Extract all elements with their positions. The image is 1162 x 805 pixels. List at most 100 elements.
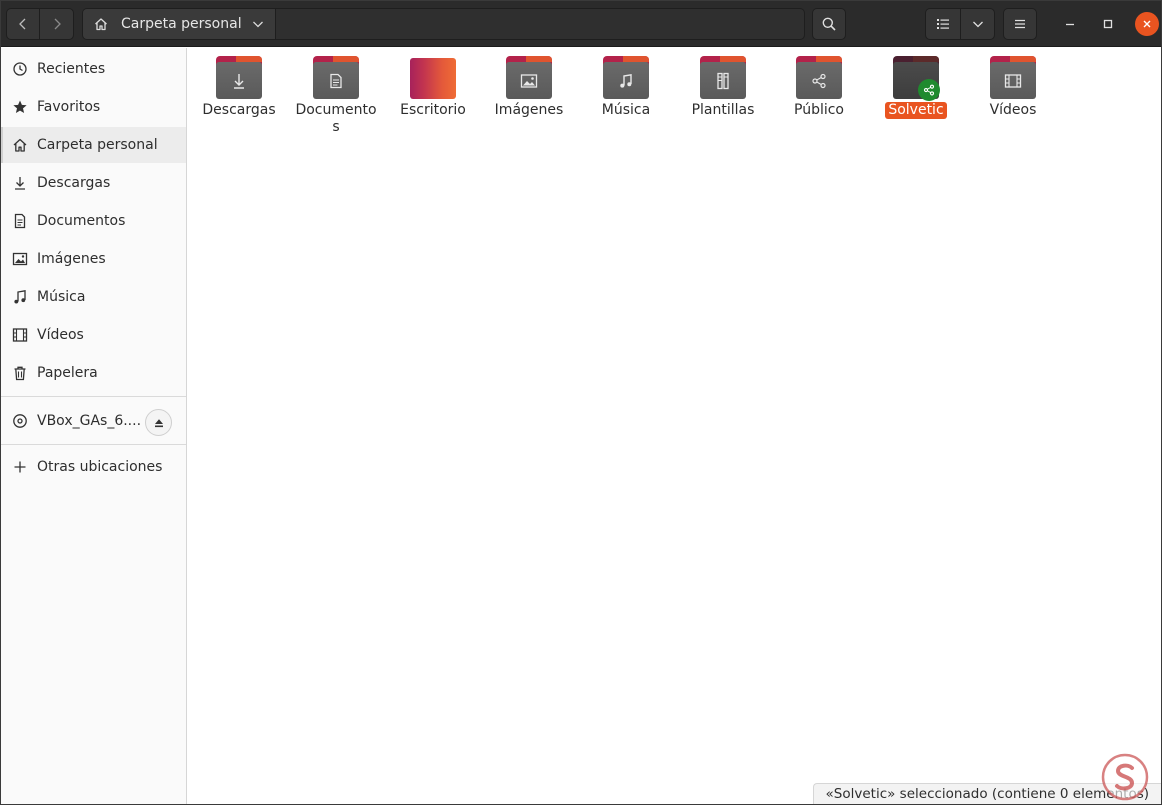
file-item-solvetic[interactable]: Solvetic [868,56,964,119]
sidebar-item-papelera[interactable]: Papelera [1,355,186,391]
folder-icon [216,56,262,100]
view-toggle-button[interactable] [925,8,961,40]
sidebar-item-label: Descargas [37,175,111,191]
template-icon [717,72,729,89]
file-manager-window: Carpeta personal Recientes Favoritos Car… [0,0,1162,805]
sidebar-item-otras-ubicaciones[interactable]: Otras ubicaciones [1,449,186,485]
folder-icon [893,56,940,101]
share-icon [812,73,826,88]
minimize-icon [1066,23,1074,26]
trash-icon [11,364,29,382]
file-item-descargas[interactable]: Descargas [191,56,287,119]
file-name: Vídeos [989,102,1037,118]
file-name: Solvetic [885,102,947,119]
sidebar-item-label: Favoritos [37,99,101,115]
sidebar-item-label: Papelera [37,365,98,381]
folder-icon [506,56,552,100]
main-menu-button[interactable] [1003,8,1037,40]
desktop-folder-icon [410,56,456,100]
music-icon [620,73,632,88]
sidebar-item-carpeta-personal[interactable]: Carpeta personal [1,127,186,163]
folder-icon [603,56,649,100]
search-icon [822,17,836,31]
path-button-home[interactable]: Carpeta personal [83,9,276,39]
sidebar-item-label: Imágenes [37,251,106,267]
document-icon [330,73,342,88]
chevron-down-icon[interactable] [251,17,265,31]
film-icon [11,326,29,344]
disc-icon [11,412,29,430]
forward-button[interactable] [39,8,74,40]
maximize-icon [1103,19,1113,29]
view-options-button[interactable] [960,8,995,40]
sidebar-item-descargas[interactable]: Descargas [1,165,186,201]
document-icon [11,212,29,230]
maximize-button[interactable] [1096,12,1120,36]
sidebar-item-label: Vídeos [37,327,84,343]
hamburger-menu-icon [1015,19,1025,29]
sidebar-item-label: Documentos [37,213,126,229]
folder-icon [990,56,1036,100]
chevron-down-icon [972,21,983,28]
close-button[interactable] [1135,12,1159,36]
eject-button[interactable] [145,409,172,436]
folder-icon [796,56,842,100]
file-item-publico[interactable]: Público [771,56,867,119]
watermark-logo [1101,753,1149,801]
sidebar-item-vbox-device[interactable]: VBox_GAs_6.... [1,403,186,439]
folder-icon [313,56,359,100]
sidebar-item-imagenes[interactable]: Imágenes [1,241,186,277]
file-name: Plantillas [691,102,755,118]
star-icon [11,98,29,116]
file-name: Música [601,102,651,118]
path-bar: Carpeta personal [82,8,805,40]
file-item-escritorio[interactable]: Escritorio [385,56,481,119]
sidebar-item-favoritos[interactable]: Favoritos [1,89,186,125]
sidebar-item-label: Recientes [37,61,106,77]
eject-icon [154,418,163,427]
file-item-videos[interactable]: Vídeos [965,56,1061,119]
file-name: Descargas [202,102,276,118]
clock-icon [11,60,29,78]
file-item-plantillas[interactable]: Plantillas [675,56,771,119]
file-name: Escritorio [400,102,466,118]
download-icon [11,174,29,192]
plus-icon [11,458,29,476]
image-icon [520,73,538,88]
file-item-musica[interactable]: Música [578,56,674,119]
list-view-icon [937,19,949,29]
film-icon [1004,73,1022,88]
back-button[interactable] [6,8,40,40]
go-forward-icon [54,18,61,30]
sidebar-item-label: Música [37,289,86,305]
search-button[interactable] [812,8,846,40]
music-icon [11,288,29,306]
home-icon [95,18,107,31]
file-name: Imágenes [494,102,564,118]
file-name: Público [794,102,844,118]
sidebar-item-recientes[interactable]: Recientes [1,51,186,87]
file-name: Documentos [295,102,377,135]
download-icon [234,73,244,89]
sidebar-item-musica[interactable]: Música [1,279,186,315]
file-item-imagenes[interactable]: Imágenes [481,56,577,119]
sidebar-item-label: Otras ubicaciones [37,459,163,475]
sidebar-item-label: VBox_GAs_6.... [37,413,142,429]
image-icon [11,250,29,268]
file-item-documentos[interactable]: Documentos [288,56,384,136]
home-icon [11,136,29,154]
folder-icon [700,56,746,100]
header-bar: Carpeta personal [1,1,1161,47]
sidebar-item-label: Carpeta personal [37,137,158,153]
path-label: Carpeta personal [121,16,242,32]
minimize-button[interactable] [1058,12,1082,36]
sidebar-separator [1,396,186,397]
file-view: Descargas Documentos Escritorio Imágenes [188,48,1161,804]
shared-emblem-icon [918,79,940,101]
sidebar-item-videos[interactable]: Vídeos [1,317,186,353]
close-icon [1143,20,1151,28]
sidebar-item-documentos[interactable]: Documentos [1,203,186,239]
sidebar: Recientes Favoritos Carpeta personal Des… [1,48,187,804]
sidebar-separator [1,444,186,445]
go-back-icon [19,18,26,30]
